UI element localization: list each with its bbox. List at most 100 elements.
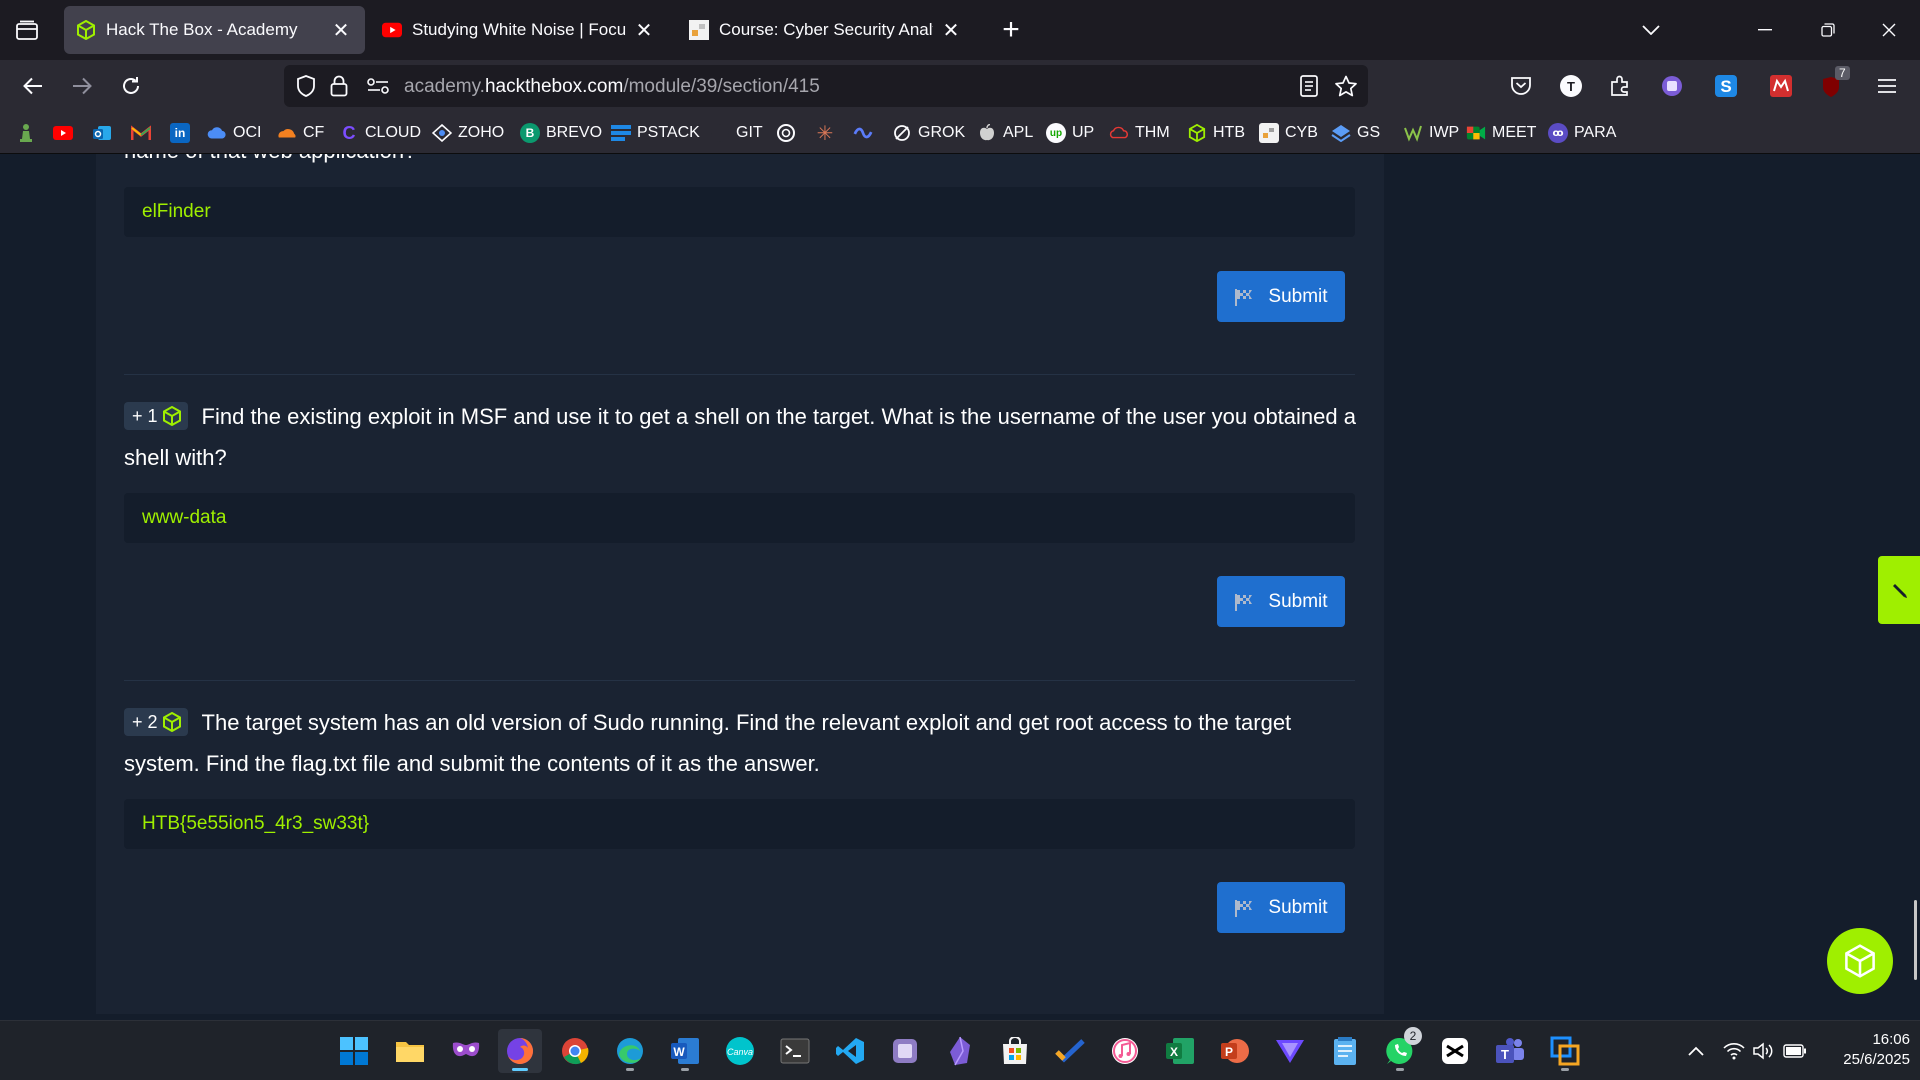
- bookmark-zoho[interactable]: ZOHO: [432, 120, 504, 146]
- notepad-icon[interactable]: [1323, 1029, 1367, 1073]
- submit-button[interactable]: Submit: [1217, 882, 1345, 933]
- obsidian-icon[interactable]: [938, 1029, 982, 1073]
- notes-pencil-tab[interactable]: [1878, 556, 1920, 624]
- reader-view-icon[interactable]: [1297, 74, 1321, 98]
- remote-desktop-icon[interactable]: [1543, 1029, 1587, 1073]
- restore-button[interactable]: [1808, 12, 1848, 48]
- bookmark-htb[interactable]: HTB: [1187, 120, 1245, 146]
- extension-s-icon[interactable]: S: [1710, 70, 1742, 102]
- pocket-icon[interactable]: [1505, 70, 1537, 102]
- bookmark-copilot[interactable]: [853, 120, 879, 146]
- file-explorer-icon[interactable]: [388, 1029, 432, 1073]
- todo-checkmark-icon[interactable]: [1048, 1029, 1092, 1073]
- close-window-button[interactable]: [1869, 12, 1909, 48]
- bookmark-star-icon[interactable]: [1334, 74, 1358, 98]
- powerpoint-icon[interactable]: P: [1213, 1029, 1257, 1073]
- bookmark-up[interactable]: up UP: [1046, 120, 1094, 146]
- account-avatar-icon[interactable]: T: [1555, 70, 1587, 102]
- whatsapp-icon[interactable]: 2: [1378, 1027, 1422, 1073]
- submit-button[interactable]: Submit: [1217, 271, 1345, 322]
- bookmark-gs[interactable]: GS: [1331, 120, 1380, 146]
- htb-assistant-button[interactable]: [1827, 928, 1893, 994]
- start-button[interactable]: [332, 1029, 376, 1073]
- bookmark-apl[interactable]: APL: [977, 120, 1033, 146]
- answer-field[interactable]: HTB{5e55ion5_4r3_sw33t}: [124, 799, 1355, 849]
- answer-field[interactable]: www-data: [124, 493, 1355, 543]
- system-clock[interactable]: 16:06 25/6/2025: [1822, 1030, 1910, 1070]
- bookmark-git[interactable]: GIT: [710, 120, 763, 146]
- bookmark-linkedin[interactable]: in: [170, 120, 196, 146]
- answer-field[interactable]: elFinder: [124, 187, 1355, 237]
- bookmark-brevo[interactable]: B BREVO: [520, 120, 602, 146]
- canva-icon[interactable]: Canva: [718, 1029, 762, 1073]
- bookmark-meet[interactable]: MEET: [1466, 120, 1536, 146]
- volume-icon[interactable]: [1751, 1039, 1775, 1063]
- bookmark-iwp[interactable]: IWP: [1403, 120, 1459, 146]
- gs-icon: [1331, 123, 1351, 143]
- microsoft-store-icon[interactable]: [993, 1029, 1037, 1073]
- reload-icon[interactable]: [113, 68, 149, 104]
- mask-app-icon[interactable]: [444, 1029, 488, 1073]
- purple-app-icon[interactable]: [883, 1029, 927, 1073]
- bookmark-para[interactable]: ꝏ PARA: [1548, 120, 1616, 146]
- excel-icon[interactable]: X: [1158, 1029, 1202, 1073]
- ublock-origin-icon[interactable]: 7: [1819, 66, 1851, 102]
- extension-red-icon[interactable]: [1765, 70, 1797, 102]
- word-icon[interactable]: W: [663, 1029, 707, 1073]
- address-bar[interactable]: academy.hackthebox.com/module/39/section…: [284, 65, 1368, 107]
- running-indicator: [1396, 1068, 1404, 1071]
- bookmark-oci[interactable]: OCI: [207, 120, 261, 146]
- page-permissions-icon[interactable]: [366, 74, 390, 98]
- scrollbar-thumb[interactable]: [1914, 900, 1917, 980]
- lock-icon[interactable]: [327, 74, 351, 98]
- bookmark-cf[interactable]: CF: [277, 120, 324, 146]
- bookmark-label: OCI: [233, 124, 262, 141]
- teams-icon[interactable]: T: [1488, 1029, 1532, 1073]
- bookmark-thm[interactable]: THM: [1109, 120, 1170, 146]
- itunes-icon[interactable]: [1103, 1029, 1147, 1073]
- extensions-puzzle-icon[interactable]: [1604, 70, 1636, 102]
- bookmark-label: UP: [1072, 124, 1095, 141]
- edge-icon[interactable]: [608, 1029, 652, 1073]
- bookmark-outlook[interactable]: [92, 120, 118, 146]
- bookmark-grok[interactable]: GROK: [892, 120, 965, 146]
- tab-studying-white-noise[interactable]: Studying White Noise | Focus on ✕: [370, 6, 668, 54]
- bookmark-cloud[interactable]: C CLOUD: [339, 120, 422, 146]
- bookmark-youtube[interactable]: [53, 120, 79, 146]
- bookmark-pstack[interactable]: PSTACK: [611, 120, 700, 146]
- tab-close-icon[interactable]: ✕: [939, 18, 963, 42]
- tab-strip: Hack The Box - Academy ✕ Studying White …: [0, 0, 1920, 60]
- extension-purple-icon[interactable]: [1656, 70, 1688, 102]
- tab-close-icon[interactable]: ✕: [632, 18, 656, 42]
- tab-course-cyber-security-analyst[interactable]: Course: Cyber Security Analyst - ✕: [677, 6, 975, 54]
- tab-list-icon[interactable]: [12, 16, 42, 44]
- forward-arrow-icon[interactable]: [64, 68, 100, 104]
- minimize-button[interactable]: [1745, 12, 1785, 48]
- capcut-icon[interactable]: [1433, 1029, 1477, 1073]
- back-arrow-icon[interactable]: [15, 68, 51, 104]
- zoho-icon: [432, 123, 452, 143]
- show-hidden-icons-chevron-icon[interactable]: [1684, 1039, 1708, 1063]
- bookmark-cyb[interactable]: CYB: [1259, 120, 1318, 146]
- submit-button[interactable]: Submit: [1217, 576, 1345, 627]
- flag-icon: [1235, 288, 1253, 306]
- answer-value: HTB{5e55ion5_4r3_sw33t}: [142, 813, 370, 834]
- terminal-icon[interactable]: [773, 1029, 817, 1073]
- chrome-icon[interactable]: [553, 1029, 597, 1073]
- bookmark-gmail[interactable]: [131, 120, 157, 146]
- bookmark-chess[interactable]: [16, 120, 42, 146]
- battery-icon[interactable]: [1783, 1039, 1807, 1063]
- tab-close-icon[interactable]: ✕: [329, 18, 353, 42]
- list-all-tabs-chevron-icon[interactable]: [1631, 12, 1671, 48]
- bookmark-openai[interactable]: [776, 120, 802, 146]
- url-text[interactable]: academy.hackthebox.com/module/39/section…: [404, 76, 820, 98]
- vscode-icon[interactable]: [828, 1029, 872, 1073]
- tab-hack-the-box-academy[interactable]: Hack The Box - Academy ✕: [64, 6, 365, 54]
- tracking-shield-icon[interactable]: [294, 74, 318, 98]
- proton-vpn-icon[interactable]: [1268, 1029, 1312, 1073]
- wifi-icon[interactable]: [1722, 1039, 1746, 1063]
- bookmark-claude[interactable]: ✳: [815, 120, 841, 146]
- new-tab-button[interactable]: +: [995, 13, 1027, 46]
- firefox-icon[interactable]: [498, 1029, 542, 1073]
- hamburger-menu-icon[interactable]: [1871, 70, 1903, 102]
